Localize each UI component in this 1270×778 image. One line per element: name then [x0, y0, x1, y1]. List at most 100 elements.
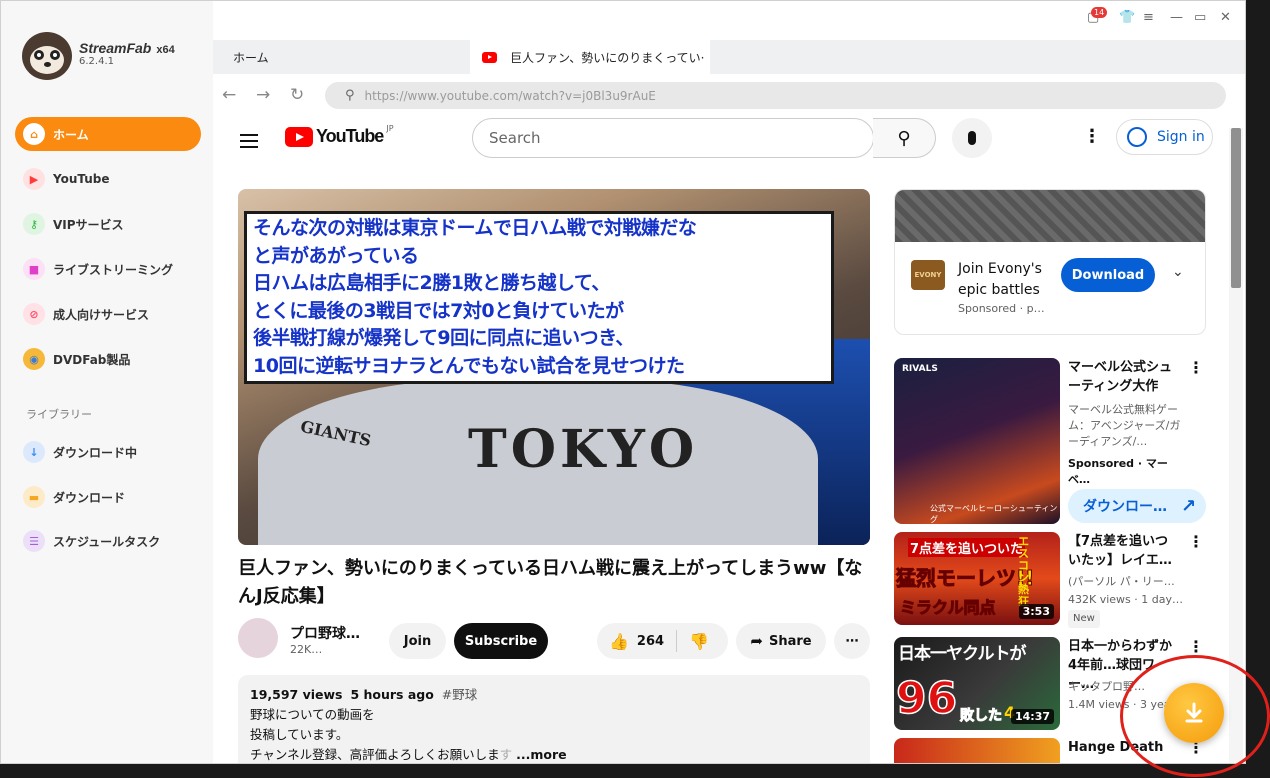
ad-title: Join Evony's epic battles [958, 261, 1042, 298]
sidebar-item-live[interactable]: ■ ライブストリーミング [15, 252, 201, 286]
like-count[interactable]: 264 [637, 634, 664, 649]
sign-in-button[interactable]: Sign in [1116, 119, 1213, 155]
related-title: 【7点差を追いついたッ】レイエ… [1068, 534, 1172, 568]
search-button[interactable]: ⚲ [873, 118, 936, 158]
sponsored-ad-card[interactable]: EVONY Join Evony's epic battles Sponsore… [894, 189, 1206, 335]
new-badge: New [1068, 610, 1100, 628]
video-thumbnail [894, 738, 1060, 764]
sidebar-item-label: YouTube [53, 172, 110, 186]
sidebar-item-downloaded[interactable]: ▬ ダウンロード [15, 480, 201, 514]
more-options-icon[interactable]: ⋮ [1188, 637, 1204, 656]
channel-name[interactable]: プロ野球… [290, 623, 360, 643]
sidebar-item-downloading[interactable]: ↓ ダウンロード中 [15, 435, 201, 469]
sidebar-item-label: スケジュールタスク [53, 534, 161, 549]
search-input[interactable]: Search [472, 118, 874, 158]
video-thumbnail: 日本一ヤクルトが 96 敗した 4 14:37 [894, 637, 1060, 730]
url-text: https://www.youtube.com/watch?v=j0Bl3u9r… [364, 88, 656, 103]
more-options-icon[interactable]: ⋮ [1188, 532, 1204, 551]
subscriber-count: 22K… [290, 643, 323, 656]
sidebar-item-schedule[interactable]: ☰ スケジュールタスク [15, 524, 201, 558]
share-icon: ➦ [750, 632, 763, 650]
dislike-icon[interactable]: 👎 [689, 632, 709, 651]
ad-sponsor-label: Sponsored · p… [958, 302, 1045, 315]
like-dislike-group: 👍 264 👎 [597, 623, 728, 659]
external-link-icon: ↗ [1181, 495, 1197, 517]
sidebar-item-label: 成人向けサービス [53, 307, 150, 322]
app-version: 6.2.4.1 [79, 56, 114, 67]
url-bar[interactable]: ⚲ https://www.youtube.com/watch?v=j0Bl3u… [325, 82, 1226, 109]
hamburger-menu-icon[interactable] [240, 130, 258, 152]
channel-avatar[interactable] [238, 618, 278, 658]
video-player[interactable]: GIANTS TOKYO そんな次の対戦は東京ドームで日ハム戦で対戦嫌だな と声… [238, 189, 870, 545]
tab-home[interactable]: ホーム [233, 49, 269, 66]
reload-icon[interactable]: ↻ [290, 85, 304, 105]
related-title: マーベル公式シューティング大作 [1068, 360, 1173, 394]
minimize-icon[interactable]: — [1170, 10, 1183, 25]
hashtag-link[interactable]: #野球 [442, 687, 477, 702]
sidebar-item-youtube[interactable]: ▶ YouTube [15, 162, 201, 196]
library-heading: ライブラリー [26, 408, 92, 421]
tab-title: 巨人ファン、勢いにのりまくってい· [510, 50, 705, 65]
youtube-logo[interactable]: YouTube JP [285, 124, 394, 147]
sidebar-item-label: ダウンロード [53, 490, 126, 505]
settings-more-icon[interactable]: ⋮ [1083, 128, 1101, 146]
maximize-icon[interactable]: ▭ [1194, 10, 1206, 25]
more-actions-button[interactable]: ⋯ [834, 623, 870, 659]
menu-icon[interactable]: ≡ [1143, 10, 1154, 25]
account-icon [1127, 127, 1147, 147]
related-meta: Sponsored · マーベ… [1068, 457, 1168, 486]
video-caption-box: そんな次の対戦は東京ドームで日ハム戦で対戦嫌だな と声があがっている 日ハムは広… [244, 211, 834, 384]
video-description[interactable]: 19,597 views 5 hours ago #野球 野球についての動画を … [238, 675, 870, 764]
forward-icon[interactable]: → [256, 85, 270, 105]
sidebar-item-adult[interactable]: ⊘ 成人向けサービス [15, 297, 201, 331]
dvdfab-icon: ◉ [23, 348, 45, 370]
related-channel: (パーソル パ・リー… [1068, 575, 1175, 588]
brand-name: StreamFab x64 [79, 40, 175, 56]
related-channel: マーベル公式無料ゲーム：アベンジャーズ/ガーディアンズ/… [1068, 403, 1181, 448]
related-download-button[interactable]: ダウンロー… ↗ [1068, 489, 1206, 523]
duration-badge: 3:53 [1018, 604, 1054, 619]
scrollbar-thumb[interactable] [1231, 128, 1241, 288]
upload-age: 5 hours ago [350, 687, 434, 702]
show-more-link[interactable]: ...more [516, 747, 567, 762]
chevron-down-icon[interactable]: ⌄ [1172, 264, 1184, 280]
duration-badge: 14:37 [1010, 709, 1054, 724]
search-icon: ⚲ [345, 88, 355, 103]
tab-video[interactable]: 巨人ファン、勢いにのりまくってい· [470, 40, 710, 74]
voice-search-button[interactable] [952, 118, 992, 158]
sidebar-item-label: ライブストリーミング [53, 262, 174, 277]
youtube-favicon-icon [482, 51, 497, 63]
related-video-item[interactable]: RIVALS 公式マーベルヒーローシューティング マーベル公式シューティング大作… [894, 358, 1246, 528]
youtube-play-icon [285, 126, 313, 147]
download-icon: ↓ [23, 441, 45, 463]
like-icon[interactable]: 👍 [609, 632, 629, 651]
related-video-item[interactable]: 7点差を追いついた 猛烈モーレツ!! ミラクル同点 エスコン熱狂 3:53 【7… [894, 532, 1246, 628]
youtube-icon: ▶ [23, 168, 45, 190]
back-icon[interactable]: ← [222, 85, 236, 105]
camera-icon: ■ [23, 258, 45, 280]
share-button[interactable]: ➦ Share [736, 623, 826, 659]
subscribe-button[interactable]: Subscribe [454, 623, 548, 659]
sidebar-item-vip[interactable]: ⚷ VIPサービス [15, 207, 201, 241]
video-title: 巨人ファン、勢いにのりまくっている日ハム戦に震え上がってしまうww【なんJ反応集… [238, 558, 863, 607]
microphone-icon [968, 131, 976, 145]
streamfab-logo [22, 32, 72, 80]
sidebar-item-home[interactable]: ⌂ ホーム [15, 117, 201, 151]
join-button[interactable]: Join [389, 623, 446, 659]
shirt-icon[interactable]: 👕 [1119, 10, 1135, 25]
video-thumbnail: 7点差を追いついた 猛烈モーレツ!! ミラクル同点 エスコン熱狂 3:53 [894, 532, 1060, 625]
tab-strip [213, 40, 1246, 74]
adult-icon: ⊘ [23, 303, 45, 325]
search-icon: ⚲ [897, 127, 911, 149]
ad-banner [895, 190, 1205, 242]
sidebar-item-label: ダウンロード中 [53, 445, 138, 460]
evony-logo: EVONY [911, 260, 945, 290]
folder-icon: ▬ [23, 486, 45, 508]
more-options-icon[interactable]: ⋮ [1188, 358, 1204, 377]
close-icon[interactable]: ✕ [1220, 10, 1231, 25]
sidebar-item-dvdfab[interactable]: ◉ DVDFab製品 [15, 342, 201, 376]
jersey-tokyo-text: TOKYO [468, 419, 699, 480]
ad-download-button[interactable]: Download [1061, 258, 1155, 292]
highlight-ring [1120, 655, 1270, 777]
sidebar-item-label: DVDFab製品 [53, 352, 131, 367]
